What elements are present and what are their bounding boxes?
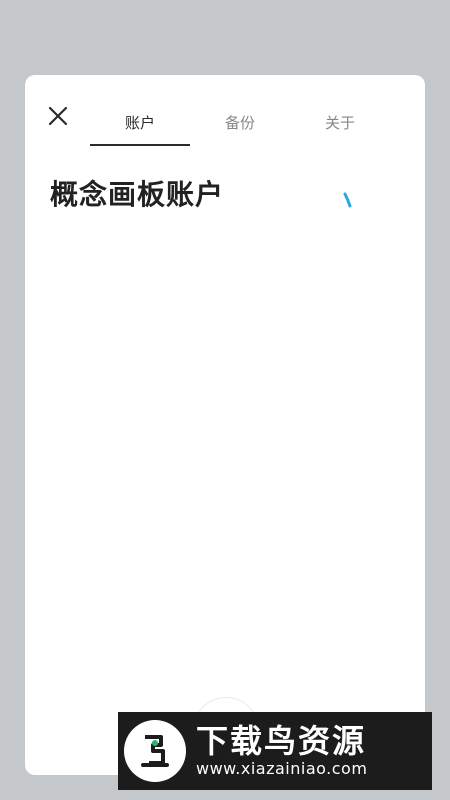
- tab-about[interactable]: 关于: [290, 99, 390, 145]
- tab-bar: 账户 备份 关于 t: [90, 99, 425, 147]
- bird-logo-icon: [124, 720, 186, 782]
- watermark-banner: 下载鸟资源 www.xiazainiao.com: [118, 712, 432, 790]
- tab-about-label: 关于: [324, 113, 355, 132]
- tab-more[interactable]: t: [390, 99, 425, 145]
- page-title: 概念画板账户: [50, 178, 225, 211]
- tab-backup-label: 备份: [224, 113, 255, 132]
- screen: 账户 备份 关于 t 概念画板账户: [0, 0, 450, 800]
- tab-backup[interactable]: 备份: [190, 99, 290, 145]
- close-button[interactable]: [41, 101, 75, 135]
- watermark-url: www.xiazainiao.com: [196, 759, 368, 778]
- watermark-text: 下载鸟资源 www.xiazainiao.com: [196, 723, 367, 779]
- watermark-name: 下载鸟资源: [196, 722, 367, 760]
- tab-account-label: 账户: [124, 113, 155, 132]
- account-sheet: 账户 备份 关于 t 概念画板账户: [25, 75, 425, 775]
- tab-account[interactable]: 账户: [90, 99, 190, 146]
- loading-spinner-icon: [343, 192, 353, 210]
- close-icon: [48, 106, 68, 130]
